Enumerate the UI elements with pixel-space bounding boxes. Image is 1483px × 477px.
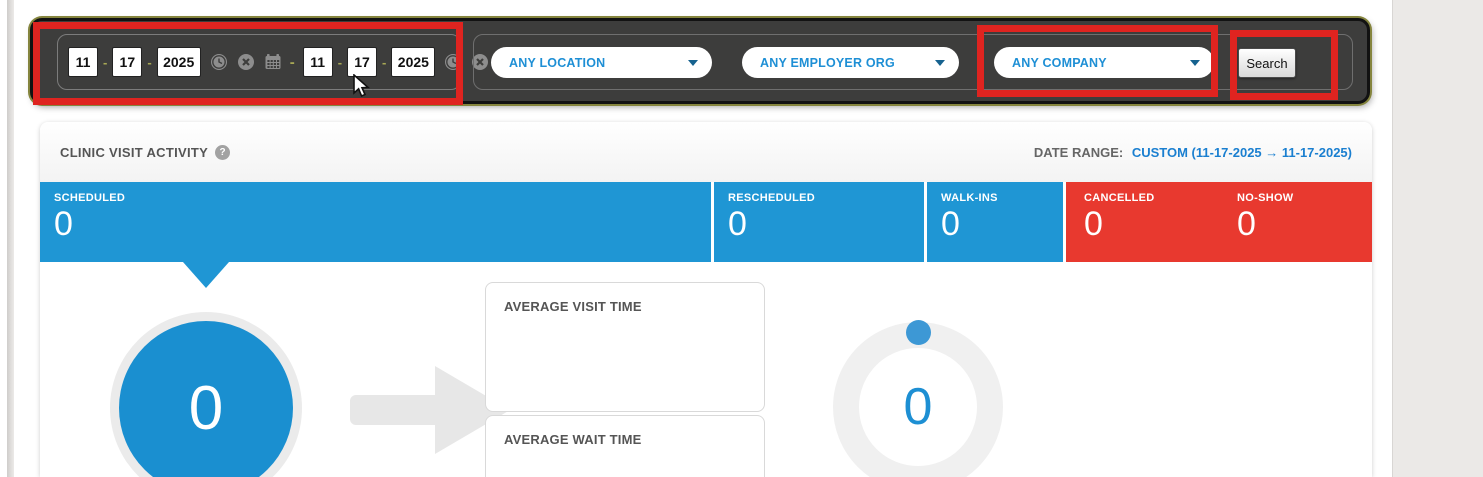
page-gutter <box>1392 0 1483 477</box>
tile-no-show[interactable]: NO-SHOW 0 <box>1219 182 1372 262</box>
panel-title: CLINIC VISIT ACTIVITY <box>60 145 208 160</box>
scheduled-pointer-icon <box>183 262 229 288</box>
mouse-cursor <box>352 74 374 100</box>
tile-value: 0 <box>728 207 924 241</box>
tile-rescheduled[interactable]: RESCHEDULED 0 <box>714 182 924 262</box>
chevron-down-icon <box>688 60 698 66</box>
chevron-down-icon <box>935 60 945 66</box>
average-visit-time-label: AVERAGE VISIT TIME <box>504 299 746 314</box>
employer-org-dropdown-label: ANY EMPLOYER ORG <box>760 56 895 70</box>
location-dropdown-label: ANY LOCATION <box>509 56 605 70</box>
tile-label: NO-SHOW <box>1237 192 1372 204</box>
location-dropdown[interactable]: ANY LOCATION <box>491 47 712 78</box>
tile-value: 0 <box>1237 207 1372 241</box>
donut-chart: 0 <box>833 322 1003 477</box>
panel-body: 0 AVERAGE VISIT TIME AVERAGE WAIT TIME 0 <box>40 262 1372 477</box>
filters-well: ANY LOCATION ANY EMPLOYER ORG ANY COMPAN… <box>473 34 1353 90</box>
visit-status-tiles: SCHEDULED 0 RESCHEDULED 0 WALK-INS 0 CAN… <box>40 182 1372 262</box>
help-icon[interactable]: ? <box>215 145 230 160</box>
average-wait-time-label: AVERAGE WAIT TIME <box>504 432 746 447</box>
tile-label: CANCELLED <box>1084 192 1219 204</box>
tile-value: 0 <box>1084 207 1219 241</box>
date-range-label: DATE RANGE: <box>1034 145 1123 160</box>
donut-progress-dot <box>906 320 931 345</box>
tile-cancelled-noshow: CANCELLED 0 NO-SHOW 0 <box>1066 182 1372 262</box>
window-left-edge <box>7 0 14 477</box>
annotation-box-search <box>1230 30 1338 100</box>
scheduled-total-value: 0 <box>189 373 223 444</box>
tile-cancelled[interactable]: CANCELLED 0 <box>1066 182 1219 262</box>
employer-org-dropdown[interactable]: ANY EMPLOYER ORG <box>742 47 959 78</box>
tile-label: SCHEDULED <box>54 192 711 204</box>
average-wait-time-card: AVERAGE WAIT TIME <box>485 415 765 477</box>
tile-label: WALK-INS <box>941 192 1063 204</box>
annotation-box-company <box>977 25 1218 97</box>
tile-value: 0 <box>941 207 1063 241</box>
tile-scheduled[interactable]: SCHEDULED 0 <box>40 182 711 262</box>
average-visit-time-card: AVERAGE VISIT TIME <box>485 282 765 412</box>
date-range-value[interactable]: CUSTOM (11-17-2025 → 11-17-2025) <box>1132 145 1352 160</box>
scheduled-total-circle: 0 <box>119 321 293 477</box>
clinic-visit-activity-panel: CLINIC VISIT ACTIVITY ? DATE RANGE: CUST… <box>40 122 1372 477</box>
tile-value: 0 <box>54 207 711 241</box>
panel-header: CLINIC VISIT ACTIVITY ? DATE RANGE: CUST… <box>40 122 1372 182</box>
scheduled-total-halo: 0 <box>110 312 302 477</box>
tile-walk-ins[interactable]: WALK-INS 0 <box>927 182 1063 262</box>
tile-label: RESCHEDULED <box>728 192 924 204</box>
annotation-box-dates <box>33 22 463 105</box>
donut-value: 0 <box>904 377 933 437</box>
